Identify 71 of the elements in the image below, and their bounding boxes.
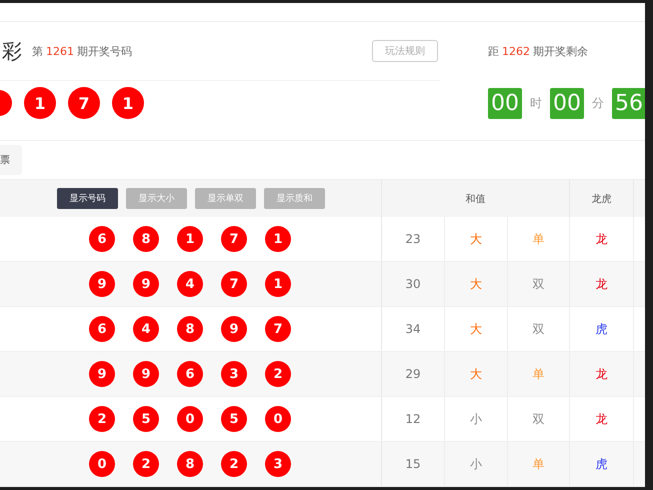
number-ball: 1 xyxy=(112,87,144,120)
number-ball: 2 xyxy=(221,451,247,477)
number-ball: 6 xyxy=(89,316,115,342)
display-toggle[interactable]: 显示单双 xyxy=(195,188,256,209)
display-toggle[interactable]: 显示号码 xyxy=(57,188,118,209)
number-ball: 9 xyxy=(221,316,247,342)
dragon-tiger-cell: 虎 xyxy=(570,307,634,351)
number-ball: 9 xyxy=(89,361,115,387)
number-ball: 2 xyxy=(89,406,115,432)
number-ball: 1 xyxy=(265,271,291,297)
size-cell: 大 xyxy=(445,352,508,396)
size-cell: 小 xyxy=(445,397,508,441)
parity-cell: 单 xyxy=(508,217,570,261)
number-ball: 2 xyxy=(133,451,159,477)
parity-cell: 双 xyxy=(508,397,570,441)
number-ball: 8 xyxy=(133,226,159,252)
time-unit: 时 xyxy=(530,95,542,112)
dragon-tiger-cell: 龙 xyxy=(570,217,634,261)
number-ball: 9 xyxy=(133,361,159,387)
sum-cell: 12 xyxy=(382,397,445,441)
page-title: 彩 xyxy=(2,38,22,65)
sum-cell: 23 xyxy=(382,217,445,261)
number-ball: 9 xyxy=(89,271,115,297)
parity-cell: 单 xyxy=(508,442,570,486)
number-ball: 0 xyxy=(89,451,115,477)
number-ball: 8 xyxy=(177,316,203,342)
number-ball: 7 xyxy=(265,316,291,342)
size-cell: 大 xyxy=(445,307,508,351)
number-ball: 1 xyxy=(177,226,203,252)
rules-button[interactable]: 玩法规则 xyxy=(372,40,438,62)
parity-cell: 双 xyxy=(508,262,570,306)
countdown-label: 距 1262 期开奖剩余 xyxy=(488,44,588,59)
dragon-tiger-cell: 龙 xyxy=(570,262,634,306)
size-cell: 大 xyxy=(445,262,508,306)
number-ball: 8 xyxy=(177,451,203,477)
dragon-tiger-cell: 龙 xyxy=(570,352,634,396)
number-ball: 0 xyxy=(177,406,203,432)
number-ball: 7 xyxy=(221,271,247,297)
number-ball: 3 xyxy=(265,451,291,477)
sum-cell: 29 xyxy=(382,352,445,396)
size-cell: 大 xyxy=(445,217,508,261)
number-ball: 9 xyxy=(133,271,159,297)
number-ball: 5 xyxy=(133,406,159,432)
number-ball: 6 xyxy=(177,361,203,387)
number-ball: 1 xyxy=(24,87,56,120)
countdown-digit: 00 xyxy=(488,88,522,120)
number-ball: 7 xyxy=(221,226,247,252)
time-unit: 分 xyxy=(592,95,604,112)
number-ball: 1 xyxy=(265,226,291,252)
countdown-digit: 00 xyxy=(550,88,584,120)
sum-cell: 30 xyxy=(382,262,445,306)
dragon-tiger-cell: 龙 xyxy=(570,397,634,441)
parity-cell: 单 xyxy=(508,352,570,396)
number-ball: 4 xyxy=(177,271,203,297)
display-toggle[interactable]: 显示质和 xyxy=(264,188,325,209)
number-ball: 5 xyxy=(221,406,247,432)
sum-cell: 34 xyxy=(382,307,445,351)
number-ball: 2 xyxy=(265,361,291,387)
sum-cell: 15 xyxy=(382,442,445,486)
countdown-digit: 56 xyxy=(612,88,645,120)
issue-label: 第 1261 期开奖号码 xyxy=(32,44,132,59)
tab[interactable]: 票 xyxy=(0,144,22,175)
number-ball: 3 xyxy=(221,361,247,387)
number-ball: 6 xyxy=(89,226,115,252)
number-ball: 4 xyxy=(133,316,159,342)
size-cell: 小 xyxy=(445,442,508,486)
display-toggle[interactable]: 显示大小 xyxy=(126,188,187,209)
number-ball: 7 xyxy=(68,87,100,120)
number-ball: 0 xyxy=(265,406,291,432)
dragon-tiger-cell: 虎 xyxy=(570,442,634,486)
parity-cell: 双 xyxy=(508,307,570,351)
